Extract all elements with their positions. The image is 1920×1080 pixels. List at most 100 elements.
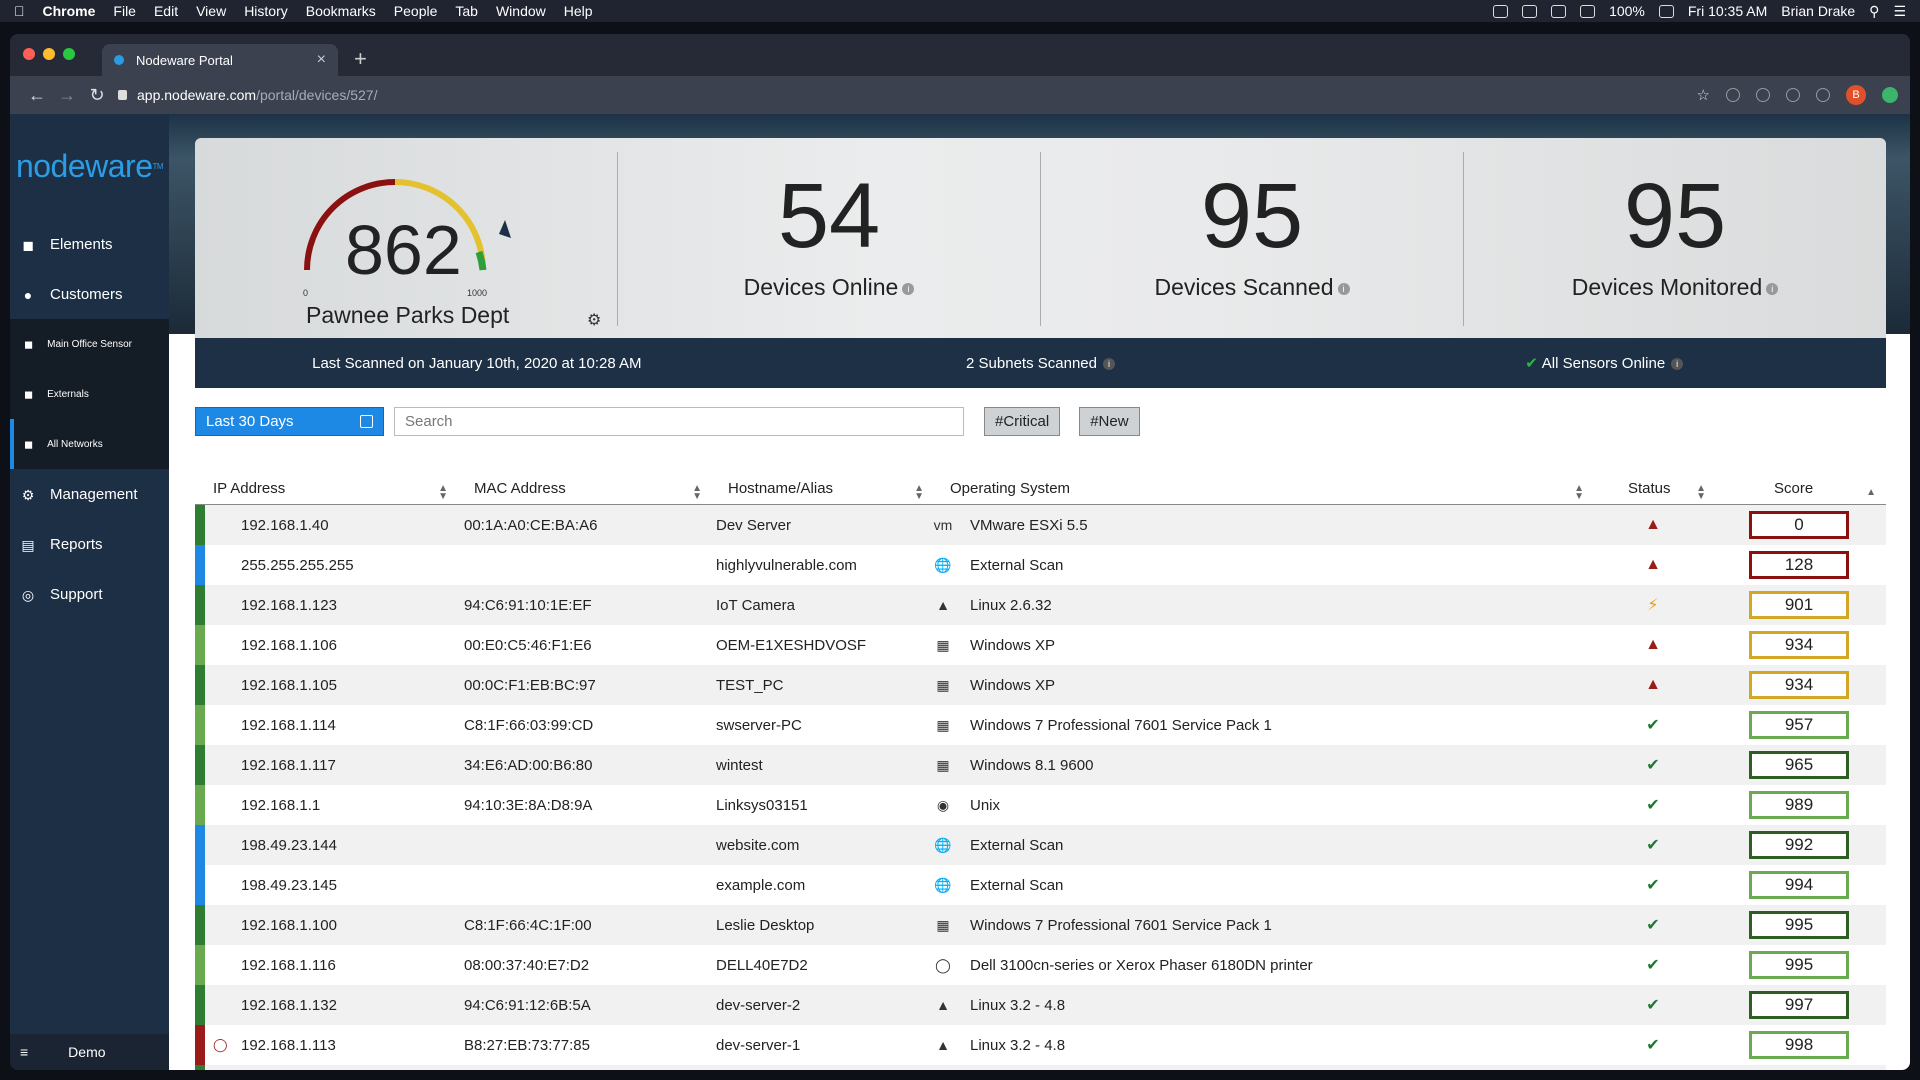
- score-badge[interactable]: 934: [1749, 631, 1849, 659]
- table-row[interactable]: 192.168.1.117 34:E6:AD:00:B6:80 wintest ▦ Wi…: [195, 745, 1886, 785]
- apple-icon[interactable]: : [14, 3, 25, 19]
- sidebar-item-reports[interactable]: ▤ Reports: [10, 519, 169, 569]
- hostname-cell[interactable]: dev-server-2: [710, 997, 932, 1014]
- extension-icon[interactable]: [1882, 87, 1898, 103]
- user-name[interactable]: Brian Drake: [1781, 3, 1855, 19]
- info-icon[interactable]: i: [1766, 282, 1779, 295]
- menu-history[interactable]: History: [244, 3, 288, 19]
- menu-bookmarks[interactable]: Bookmarks: [306, 3, 376, 19]
- score-badge[interactable]: 989: [1749, 791, 1849, 819]
- menu-tab[interactable]: Tab: [455, 3, 478, 19]
- score-badge[interactable]: 995: [1749, 911, 1849, 939]
- hostname-cell[interactable]: OEM-E1XESHDVOSF: [710, 637, 932, 654]
- score-badge[interactable]: 901: [1749, 591, 1849, 619]
- profile-avatar[interactable]: B: [1846, 85, 1866, 105]
- menu-app[interactable]: Chrome: [43, 3, 96, 19]
- score-badge[interactable]: 995: [1749, 951, 1849, 979]
- menu-help[interactable]: Help: [564, 3, 593, 19]
- score-column-header[interactable]: Score ▲: [1714, 480, 1884, 498]
- ip-cell[interactable]: 192.168.1.1: [205, 797, 456, 814]
- ip-cell[interactable]: 192.168.1.123: [205, 597, 456, 614]
- hostname-cell[interactable]: swserver-PC: [710, 717, 932, 734]
- table-row[interactable]: 192.168.1.106 00:E0:C5:46:F1:E6 OEM-E1XESH…: [195, 625, 1886, 665]
- hostname-cell[interactable]: TEST_PC: [710, 677, 932, 694]
- new-tab-button[interactable]: +: [354, 46, 367, 72]
- gear-icon[interactable]: ⚙: [587, 310, 601, 330]
- search-input[interactable]: [394, 406, 964, 436]
- hostname-column-header[interactable]: Hostname/Alias ▲ ▼: [710, 480, 932, 502]
- ip-cell[interactable]: 192.168.1.100: [205, 917, 456, 934]
- hostname-cell[interactable]: Dev Server: [710, 517, 932, 534]
- table-row[interactable]: 192.168.1.132 94:C6:91:12:6B:5A dev-server…: [195, 985, 1886, 1025]
- score-badge[interactable]: 0: [1749, 511, 1849, 539]
- reload-button[interactable]: ↻: [82, 85, 112, 106]
- menu-view[interactable]: View: [196, 3, 226, 19]
- spotlight-icon[interactable]: ⚲: [1869, 3, 1879, 20]
- extension-icon[interactable]: [1726, 88, 1740, 102]
- extension-icon[interactable]: [1816, 88, 1830, 102]
- table-row[interactable]: 192.168.1.40 00:1A:A0:CE:BA:A6 Dev Server v…: [195, 505, 1886, 545]
- table-row[interactable]: 192.168.1.105 00:0C:F1:EB:BC:97 TEST_PC ▦ Wi…: [195, 665, 1886, 705]
- hostname-cell[interactable]: IoT Camera: [710, 597, 932, 614]
- sidebar-subitem-all-networks[interactable]: ◼ All Networks: [10, 419, 169, 469]
- status-column-header[interactable]: Status ▲ ▼: [1592, 480, 1714, 502]
- ip-cell[interactable]: 192.168.1.113: [205, 1037, 456, 1054]
- os-column-header[interactable]: Operating System ▲ ▼: [932, 480, 1592, 502]
- extension-icon[interactable]: [1756, 88, 1770, 102]
- new-filter-button[interactable]: #New: [1079, 406, 1140, 436]
- close-tab-icon[interactable]: ×: [317, 51, 326, 69]
- browser-tab[interactable]: Nodeware Portal ×: [102, 44, 338, 76]
- hostname-cell[interactable]: website.com: [710, 837, 932, 854]
- critical-filter-button[interactable]: #Critical: [984, 406, 1061, 436]
- wifi-icon[interactable]: [1551, 4, 1567, 18]
- menu-window[interactable]: Window: [496, 3, 546, 19]
- date-range-picker[interactable]: Last 30 Days: [195, 406, 384, 436]
- sidebar-item-management[interactable]: ⚙ Management: [10, 469, 169, 519]
- table-row[interactable]: 192.168.1.1 94:10:3E:8A:D8:9A Linksys03151…: [195, 785, 1886, 825]
- ip-cell[interactable]: 192.168.1.105: [205, 677, 456, 694]
- sort-icon[interactable]: ▲ ▼: [1696, 484, 1706, 502]
- battery-icon[interactable]: [1658, 4, 1674, 18]
- table-row[interactable]: 192.168.1.116 08:00:37:40:E7:D2 DELL40E7D2…: [195, 945, 1886, 985]
- sidebar-item-elements[interactable]: ◼ Elements: [10, 219, 169, 269]
- zoom-window-button[interactable]: [63, 48, 75, 60]
- forward-button[interactable]: →: [52, 85, 82, 106]
- ip-cell[interactable]: 192.168.1.114: [205, 717, 456, 734]
- score-badge[interactable]: 934: [1749, 671, 1849, 699]
- table-row[interactable]: 192.168.1.100 C8:1F:66:4C:1F:00 Leslie Des…: [195, 905, 1886, 945]
- ip-cell[interactable]: 192.168.1.40: [205, 517, 456, 534]
- ip-cell[interactable]: 198.49.23.144: [205, 837, 456, 854]
- table-row[interactable]: 255.255.255.255 highlyvulnerable.com 🌐 Exte…: [195, 545, 1886, 585]
- ip-cell[interactable]: 192.168.1.117: [205, 757, 456, 774]
- ip-column-header[interactable]: IP Address ▲ ▼: [195, 480, 456, 502]
- bookmark-star-icon[interactable]: ☆: [1697, 86, 1710, 104]
- table-row[interactable]: 192.168.1.120C8:1F:66:4B:93:18RentASwag▦…: [195, 1065, 1886, 1070]
- table-row[interactable]: 192.168.1.114 C8:1F:66:03:99:CD swserver-P…: [195, 705, 1886, 745]
- table-row[interactable]: 198.49.23.144 website.com 🌐 External Scan ✔ 9…: [195, 825, 1886, 865]
- ip-cell[interactable]: 192.168.1.106: [205, 637, 456, 654]
- score-badge[interactable]: 957: [1749, 711, 1849, 739]
- score-badge[interactable]: 998: [1749, 1031, 1849, 1059]
- sort-icon[interactable]: ▲ ▼: [438, 484, 448, 502]
- sort-icon[interactable]: ▲ ▼: [914, 484, 924, 502]
- score-badge[interactable]: 997: [1749, 991, 1849, 1019]
- ip-cell[interactable]: 255.255.255.255: [205, 557, 456, 574]
- ip-cell[interactable]: 198.49.23.145: [205, 877, 456, 894]
- close-window-button[interactable]: [23, 48, 35, 60]
- info-icon[interactable]: i: [1102, 357, 1115, 370]
- score-badge[interactable]: 994: [1749, 871, 1849, 899]
- sidebar-subitem-main-office-sensor[interactable]: ◼ Main Office Sensor: [10, 319, 169, 369]
- info-icon[interactable]: i: [1671, 358, 1684, 371]
- volume-icon[interactable]: [1580, 4, 1596, 18]
- hostname-cell[interactable]: DELL40E7D2: [710, 957, 932, 974]
- score-badge[interactable]: 128: [1749, 551, 1849, 579]
- nodeware-logo[interactable]: nodeware TM: [10, 114, 169, 219]
- info-icon[interactable]: i: [902, 282, 915, 295]
- sidebar-subitem-externals[interactable]: ◼ Externals: [10, 369, 169, 419]
- hostname-cell[interactable]: Leslie Desktop: [710, 917, 932, 934]
- sort-asc-icon[interactable]: ▲: [1866, 488, 1876, 498]
- sidebar-item-support[interactable]: ◎ Support: [10, 569, 169, 619]
- back-button[interactable]: ←: [22, 85, 52, 106]
- sidebar-item-customers[interactable]: ● Customers: [10, 269, 169, 319]
- table-row[interactable]: 192.168.1.123 94:C6:91:10:1E:EF IoT Camera…: [195, 585, 1886, 625]
